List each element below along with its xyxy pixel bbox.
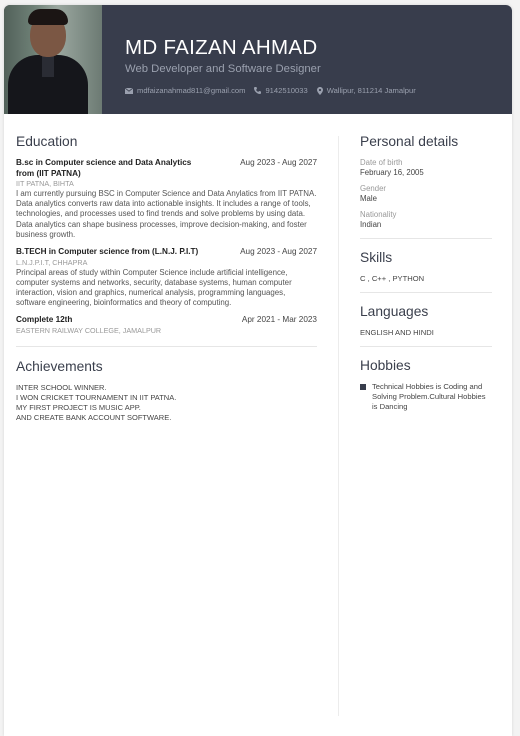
full-name: MD FAIZAN AHMAD (125, 36, 318, 59)
column-divider (338, 136, 339, 716)
location-pin-icon (316, 86, 323, 95)
achievement-line: AND CREATE BANK ACCOUNT SOFTWARE. (16, 412, 172, 422)
hobby-item: Technical Hobbies is Coding and Solving … (360, 382, 492, 412)
entry-institution: IIT PATNA, BIHTA (16, 179, 74, 188)
achievement-line: INTER SCHOOL WINNER. (16, 382, 107, 392)
dob-label: Date of birth (360, 158, 403, 167)
section-divider (360, 238, 492, 239)
resume-header: MD FAIZAN AHMAD Web Developer and Softwa… (4, 5, 512, 114)
envelope-icon (125, 87, 133, 94)
square-bullet-icon (360, 384, 366, 390)
entry-date: Aug 2023 - Aug 2027 (240, 247, 317, 257)
address-text: Wallipur, 811214 Jamalpur (326, 86, 416, 95)
contact-row: mdfaizanahmad811@gmail.com 9142510033 Wa… (125, 86, 425, 95)
skills-value: C , C++ , PYTHON (360, 274, 425, 283)
entry-date: Apr 2021 - Mar 2023 (241, 315, 317, 325)
skills-title: Skills (360, 250, 393, 265)
education-entry: B.sc in Computer science and Data Analyt… (16, 158, 317, 240)
email-text: mdfaizanahmad811@gmail.com (137, 86, 246, 95)
entry-description: Principal areas of study within Computer… (16, 267, 292, 308)
contact-phone[interactable]: 9142510033 (254, 86, 308, 95)
entry-title: Complete 12th (16, 315, 73, 325)
education-entry: Complete 12th Apr 2021 - Mar 2023 EASTER… (16, 315, 317, 336)
profile-photo (4, 5, 102, 114)
entry-institution: EASTERN RAILWAY COLLEGE, JAMALPUR (16, 325, 162, 335)
section-divider (16, 345, 317, 347)
education-title: Education (16, 134, 78, 149)
hobby-text: Technical Hobbies is Coding and Solving … (372, 382, 486, 411)
nationality-label: Nationality (360, 210, 397, 219)
phone-text: 9142510033 (265, 86, 308, 95)
gender-value: Male (360, 194, 377, 203)
entry-description: I am currently pursuing BSC in Computer … (16, 189, 317, 239)
entry-title: B.sc in Computer science and Data Analyt… (16, 158, 192, 178)
languages-value: ENGLISH AND HINDI (360, 328, 434, 337)
languages-title: Languages (360, 304, 429, 319)
personal-details-title: Personal details (360, 134, 459, 149)
achievement-line: I WON CRICKET TOURNAMENT IN IIT PATNA. (16, 392, 177, 402)
education-entry: B.TECH in Computer science from (L.N.J. … (16, 247, 317, 308)
entry-institution: L.N.J.P.I.T, CHHAPRA (16, 257, 88, 267)
entry-date: Aug 2023 - Aug 2027 (240, 158, 317, 167)
resume-page: MD FAIZAN AHMAD Web Developer and Softwa… (4, 5, 512, 736)
dob-value: February 16, 2005 (360, 168, 424, 177)
side-column: Personal details Date of birth February … (360, 134, 492, 412)
contact-address: Wallipur, 811214 Jamalpur (316, 86, 416, 95)
achievement-line: MY FIRST PROJECT IS MUSIC APP. (16, 402, 141, 412)
main-column: Education B.sc in Computer science and D… (16, 134, 317, 423)
section-divider (360, 346, 492, 347)
phone-icon (254, 87, 262, 94)
entry-title: B.TECH in Computer science from (L.N.J. … (16, 247, 199, 257)
gender-label: Gender (360, 184, 387, 193)
section-divider (360, 292, 492, 293)
achievements-title: Achievements (16, 358, 103, 374)
nationality-value: Indian (360, 220, 382, 229)
contact-email[interactable]: mdfaizanahmad811@gmail.com (125, 86, 245, 95)
hobbies-title: Hobbies (360, 358, 411, 373)
job-title: Web Developer and Software Designer (125, 63, 321, 75)
